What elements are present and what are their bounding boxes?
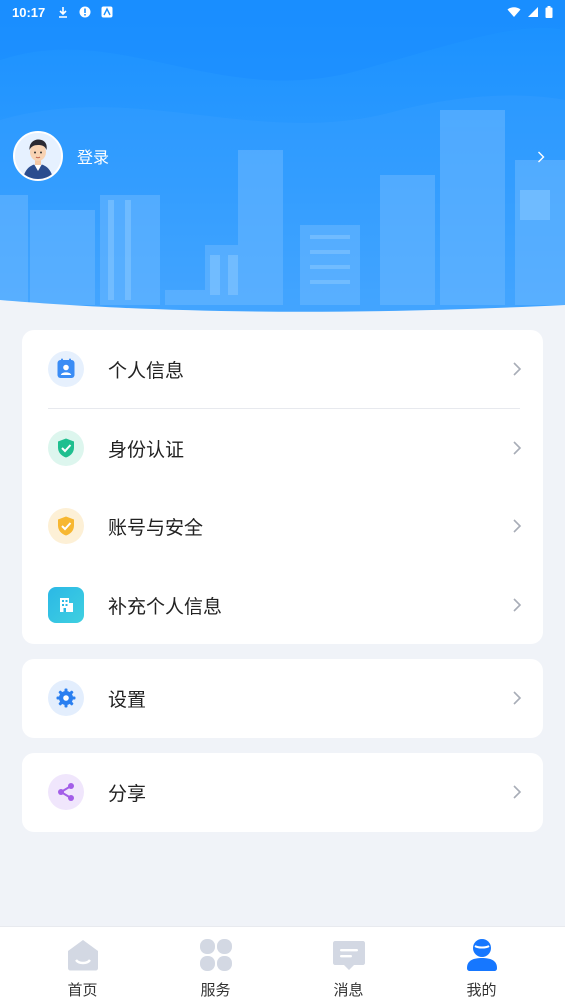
shield-check-icon — [48, 430, 84, 466]
menu-item-label: 个人信息 — [108, 359, 185, 382]
chevron-right-icon — [513, 785, 522, 799]
chevron-right-icon — [513, 691, 522, 705]
battery-icon — [545, 6, 553, 18]
grid-icon — [199, 939, 232, 971]
nav-item-messages[interactable]: 消息 — [282, 927, 415, 1004]
contact-card-icon — [48, 351, 84, 387]
menu-item-share[interactable]: 分享 — [22, 753, 543, 831]
menu-item-label: 身份认证 — [108, 438, 185, 461]
status-bar: 10:17 — [0, 0, 565, 24]
menu-item-label: 分享 — [108, 782, 147, 805]
alert-icon — [79, 6, 91, 18]
bottom-navigation: 首页 服务 消息 我的 — [0, 926, 565, 1004]
avatar[interactable] — [13, 131, 63, 181]
profile-header: 10:17 登录 — [0, 0, 565, 318]
menu-group-share: 分享 — [22, 753, 543, 832]
building-icon — [48, 587, 84, 623]
nav-label: 消息 — [333, 981, 364, 999]
app-notification-icon — [101, 6, 113, 18]
message-icon — [332, 941, 365, 970]
shield-check-icon — [48, 508, 84, 544]
menu-group-personal: 个人信息 身份认证 账号与安全 补充个人信息 — [22, 330, 543, 644]
nav-label: 服务 — [200, 981, 231, 999]
nav-label: 首页 — [67, 981, 98, 999]
user-icon — [466, 939, 497, 971]
chevron-right-icon — [513, 441, 522, 455]
login-label[interactable]: 登录 — [77, 144, 109, 168]
chevron-right-icon[interactable] — [537, 151, 545, 163]
menu-item-account-security[interactable]: 账号与安全 — [22, 487, 543, 565]
menu-item-supplement-info[interactable]: 补充个人信息 — [22, 566, 543, 644]
menu-group-settings: 设置 — [22, 659, 543, 738]
menu-item-label: 账号与安全 — [108, 516, 204, 539]
nav-item-mine[interactable]: 我的 — [415, 927, 548, 1004]
menu-item-settings[interactable]: 设置 — [22, 659, 543, 737]
status-time: 10:17 — [12, 4, 46, 20]
menu-item-personal-info[interactable]: 个人信息 — [22, 330, 543, 408]
download-icon — [59, 7, 68, 18]
nav-item-home[interactable]: 首页 — [16, 927, 149, 1004]
gear-icon — [48, 680, 84, 716]
nav-label: 我的 — [466, 981, 497, 999]
menu-item-label: 设置 — [108, 688, 147, 711]
menu-item-identity-verification[interactable]: 身份认证 — [22, 409, 543, 487]
profile-login-entry[interactable]: 登录 — [13, 131, 109, 181]
avatar-illustration — [15, 133, 61, 179]
share-icon — [48, 774, 84, 810]
home-icon — [67, 940, 98, 971]
chevron-right-icon — [513, 362, 522, 376]
signal-icon — [528, 7, 538, 17]
menu-item-label: 补充个人信息 — [108, 595, 223, 618]
chevron-right-icon — [513, 598, 522, 612]
nav-item-services[interactable]: 服务 — [149, 927, 282, 1004]
chevron-right-icon — [513, 519, 522, 533]
wifi-icon — [507, 7, 521, 17]
